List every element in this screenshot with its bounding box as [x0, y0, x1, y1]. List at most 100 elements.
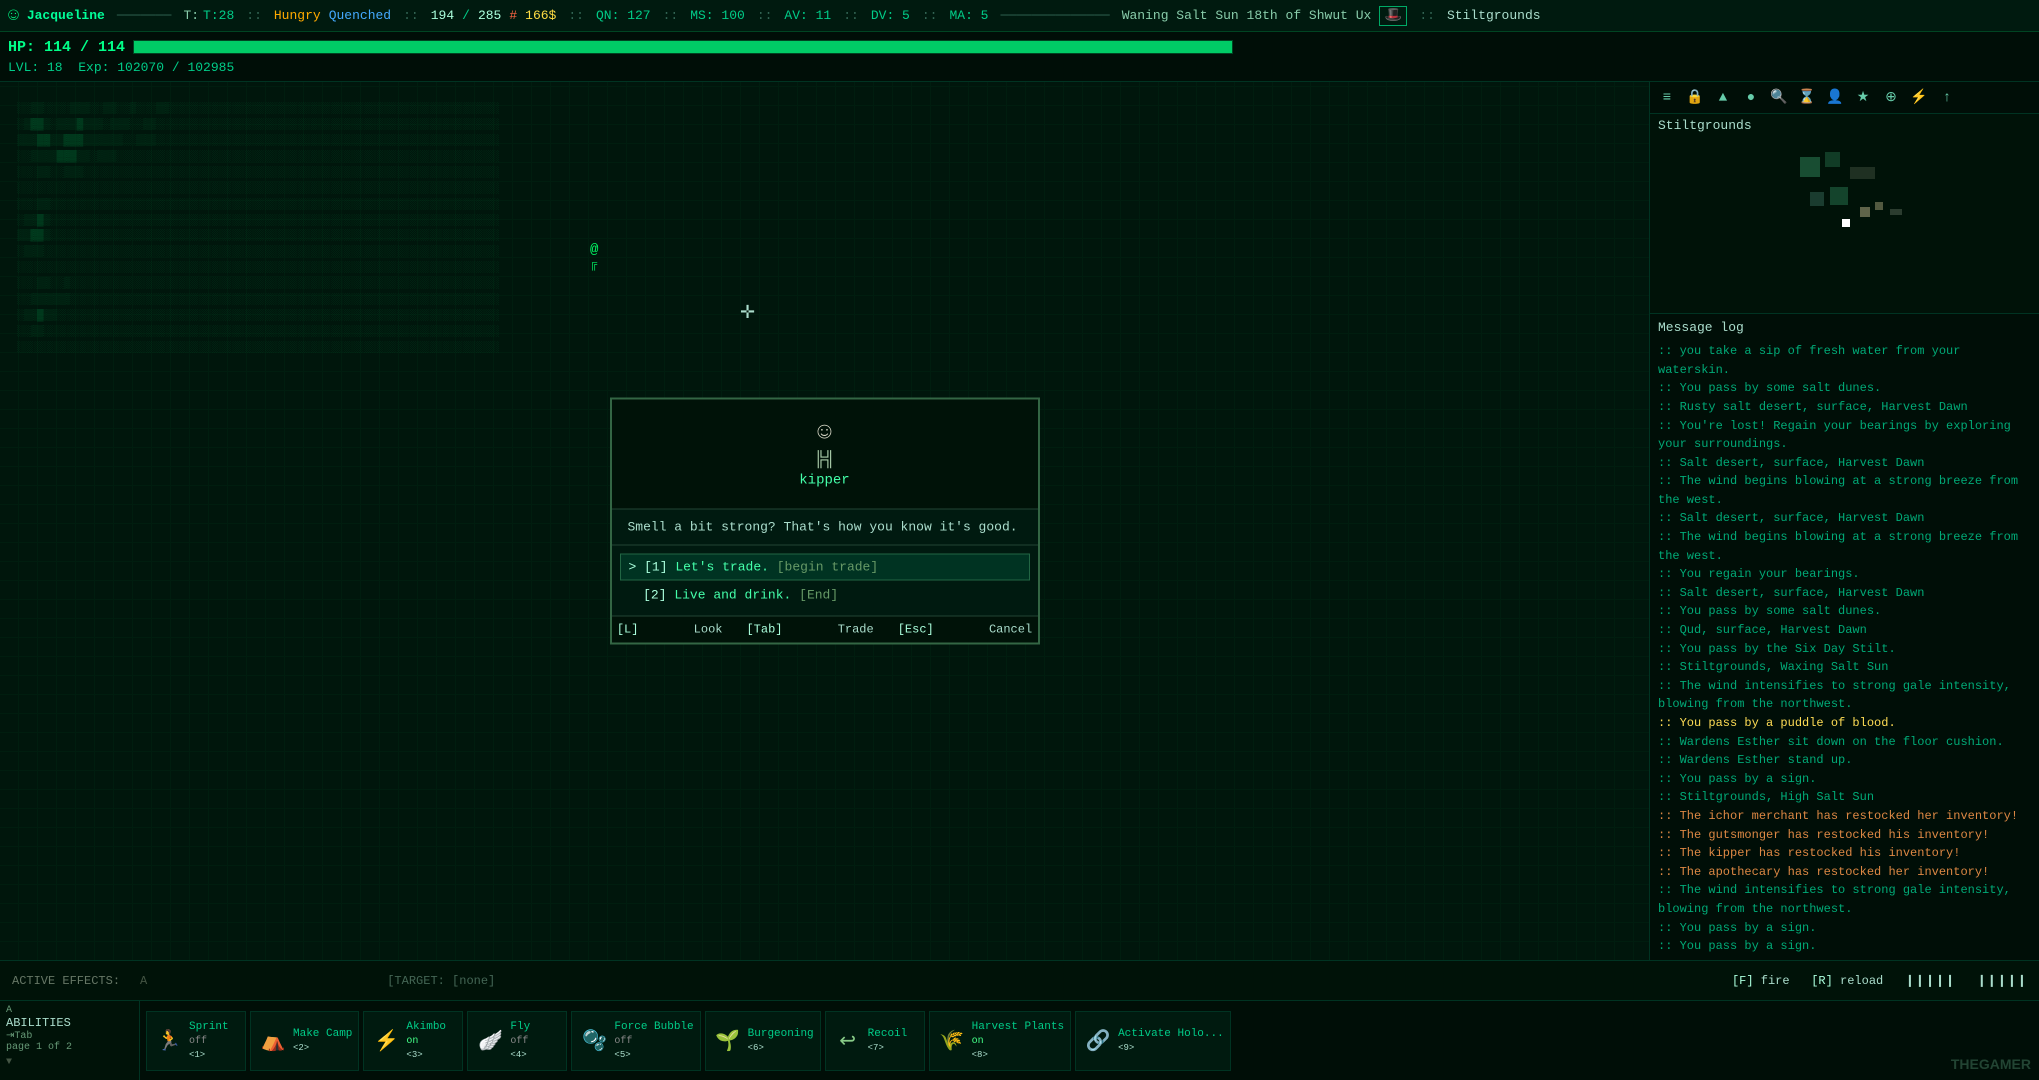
minimap-svg — [1650, 137, 2039, 302]
dialog-look-key[interactable]: [L] — [617, 623, 639, 637]
toolbar-person-icon[interactable]: 👤 — [1822, 85, 1848, 111]
dialog-trade-key[interactable]: [Tab] — [746, 623, 782, 637]
ma-val: MA: 5 — [949, 8, 988, 23]
targets-val: [TARGET: [none] — [387, 974, 495, 988]
ability-sprint[interactable]: 🏃 Sprint off <1> — [146, 1011, 246, 1071]
abilities-list: 🏃 Sprint off <1> ⛺ Make Camp <2> ⚡ Akimb… — [140, 1001, 2039, 1080]
dialog-cancel-label: Cancel — [989, 623, 1032, 637]
location-hat-icon: 🎩 — [1379, 6, 1407, 26]
main-layout: ░░▒▒░░░░▒▒▒░░▒▒░░▒░░░▒▒░░░░░░░░░░░░░░░░░… — [0, 82, 2039, 960]
akimbo-key: <3> — [406, 1049, 446, 1062]
message-line: :: Rusty salt desert, surface, Harvest D… — [1658, 398, 2031, 417]
message-line: :: You pass by a puddle of blood. — [1658, 714, 2031, 733]
dialog-footer: [L] Look [Tab] Trade [Esc] Cancel — [612, 616, 1038, 643]
messages-container: :: you take a sip of fresh water from yo… — [1658, 342, 2031, 956]
dialog-text: Smell a bit strong? That's how you know … — [612, 510, 1038, 546]
message-line: :: The wind begins blowing at a strong b… — [1658, 528, 2031, 565]
top-sep10: :: — [1419, 8, 1435, 23]
recoil-icon: ↩ — [832, 1025, 864, 1057]
message-line: :: You're lost! Regain your bearings by … — [1658, 417, 2031, 454]
minimap-area: Stiltgrounds — [1650, 114, 2039, 314]
message-line: :: Salt desert, surface, Harvest Dawn — [1658, 454, 2031, 473]
watermark: THEGAMER — [1951, 1056, 2031, 1072]
reload-label: reload — [1840, 974, 1883, 988]
message-log-title: Message log — [1658, 318, 2031, 338]
top-sep7: :: — [843, 8, 859, 23]
date-val: Waning Salt Sun 18th of Shwut Ux — [1122, 8, 1372, 23]
ability-recoil[interactable]: ↩ Recoil <7> — [825, 1011, 925, 1071]
makecamp-name: Make Camp — [293, 1027, 352, 1042]
qn-val: QN: 127 — [596, 8, 651, 23]
ability-harvestplants[interactable]: 🌾 Harvest Plants on <8> — [929, 1011, 1071, 1071]
top-sep3: :: — [403, 8, 419, 23]
ability-fly[interactable]: 🪽 Fly off <4> — [467, 1011, 567, 1071]
reload-key[interactable]: [R] — [1811, 974, 1833, 988]
time-val: T:28 — [203, 8, 234, 23]
recoil-name: Recoil — [868, 1027, 908, 1042]
ability-activateholo[interactable]: 🔗 Activate Holo... <9> — [1075, 1011, 1231, 1071]
player-name: Jacqueline — [27, 8, 105, 23]
dialog-trade-label: Trade — [838, 623, 874, 637]
av-val: AV: 11 — [784, 8, 831, 23]
dialog-box: ☺ ╠╣ kipper Smell a bit strong? That's h… — [610, 398, 1040, 645]
dv-val: DV: 5 — [871, 8, 910, 23]
fire-key[interactable]: [F] — [1732, 974, 1754, 988]
message-line: :: You pass by some salt dunes. — [1658, 379, 2031, 398]
dialog-cancel-key[interactable]: [Esc] — [898, 623, 934, 637]
harvestplants-icon: 🌾 — [936, 1025, 968, 1057]
recoil-key: <7> — [868, 1042, 908, 1055]
harvestplants-key: <8> — [972, 1049, 1064, 1062]
top-sep8: :: — [922, 8, 938, 23]
sprint-icon: 🏃 — [153, 1025, 185, 1057]
game-view: ░░▒▒░░░░▒▒▒░░▒▒░░▒░░░▒▒░░░░░░░░░░░░░░░░░… — [0, 82, 1649, 960]
toolbar-circle-icon[interactable]: ● — [1738, 85, 1764, 111]
ability-makecamp[interactable]: ⛺ Make Camp <2> — [250, 1011, 359, 1071]
message-line: :: The wind begins blowing at a strong b… — [1658, 472, 2031, 509]
ms-val: MS: 100 — [690, 8, 745, 23]
message-line: :: Wardens Esther stand up. — [1658, 751, 2031, 770]
ability-akimbo[interactable]: ⚡ Akimbo on <3> — [363, 1011, 463, 1071]
dialog-option-1[interactable]: > [1] Let's trade. [begin trade] — [620, 554, 1030, 581]
activateholo-key: <9> — [1118, 1042, 1224, 1055]
harvestplants-name: Harvest Plants — [972, 1020, 1064, 1035]
map-npc2: ╔ — [590, 257, 597, 271]
hp-label: HP: 114 / 114 — [8, 39, 125, 56]
hp-max: 285 — [478, 8, 501, 23]
message-line: :: Qud, surface, Harvest Dawn — [1658, 621, 2031, 640]
message-line: :: Wardens Esther sit down on the floor … — [1658, 733, 2031, 752]
message-line: :: The wind intensifies to strong gale i… — [1658, 881, 2031, 918]
toolbar-lightning-icon[interactable]: ⚡ — [1906, 85, 1932, 111]
toolbar-crosshair-icon[interactable]: ⊕ — [1878, 85, 1904, 111]
toolbar-star-icon[interactable]: ★ — [1850, 85, 1876, 111]
forcebubble-icon: 🫧 — [578, 1025, 610, 1057]
forcebubble-key: <5> — [614, 1049, 693, 1062]
hpexp-bar: HP: 114 / 114 LVL: 18 Exp: 102070 / 1029… — [0, 32, 2039, 82]
top-bar: ☺ Jacqueline ─────── T:T:28 :: Hungry Qu… — [0, 0, 2039, 32]
compass-icon: ✛ — [740, 302, 755, 324]
dialog-option-2[interactable]: [2] Live and drink. [End] — [620, 583, 1030, 608]
bottom-status: ACTIVE EFFECTS: A [TARGET: [none] [F] fi… — [0, 960, 2039, 1000]
fly-icon: 🪽 — [474, 1025, 506, 1057]
active-effects-val: A — [140, 974, 147, 988]
message-line: :: Stiltgrounds, High Salt Sun — [1658, 788, 2031, 807]
abilities-scroll-down[interactable]: ▼ — [6, 1057, 133, 1068]
minimap-title: Stiltgrounds — [1650, 114, 2039, 137]
toolbar-triangle-icon[interactable]: ▲ — [1710, 85, 1736, 111]
sprint-status: off — [189, 1035, 229, 1049]
akimbo-name: Akimbo — [406, 1020, 446, 1035]
npc-sprite-body: ╠╣ — [815, 451, 834, 469]
toolbar-clock-icon[interactable]: ⌛ — [1794, 85, 1820, 111]
abilities-bar: A ABILITIES ⇥Tab page 1 of 2 ▼ 🏃 Sprint … — [0, 1000, 2039, 1080]
toolbar-lock-icon[interactable]: 🔒 — [1682, 85, 1708, 111]
sprint-key: <1> — [189, 1049, 229, 1062]
top-sep6: :: — [757, 8, 773, 23]
ability-forcebubble[interactable]: 🫧 Force Bubble off <5> — [571, 1011, 700, 1071]
toolbar-search-icon[interactable]: 🔍 — [1766, 85, 1792, 111]
toolbar-arrow-icon[interactable]: ↑ — [1934, 85, 1960, 111]
fly-key: <4> — [510, 1049, 530, 1062]
hungry-status: Hungry — [274, 8, 321, 23]
ability-burgeoning[interactable]: 🌱 Burgeoning <6> — [705, 1011, 821, 1071]
toolbar-menu-icon[interactable]: ≡ — [1654, 85, 1680, 111]
burgeoning-name: Burgeoning — [748, 1027, 814, 1042]
time-label: T: — [183, 8, 199, 23]
